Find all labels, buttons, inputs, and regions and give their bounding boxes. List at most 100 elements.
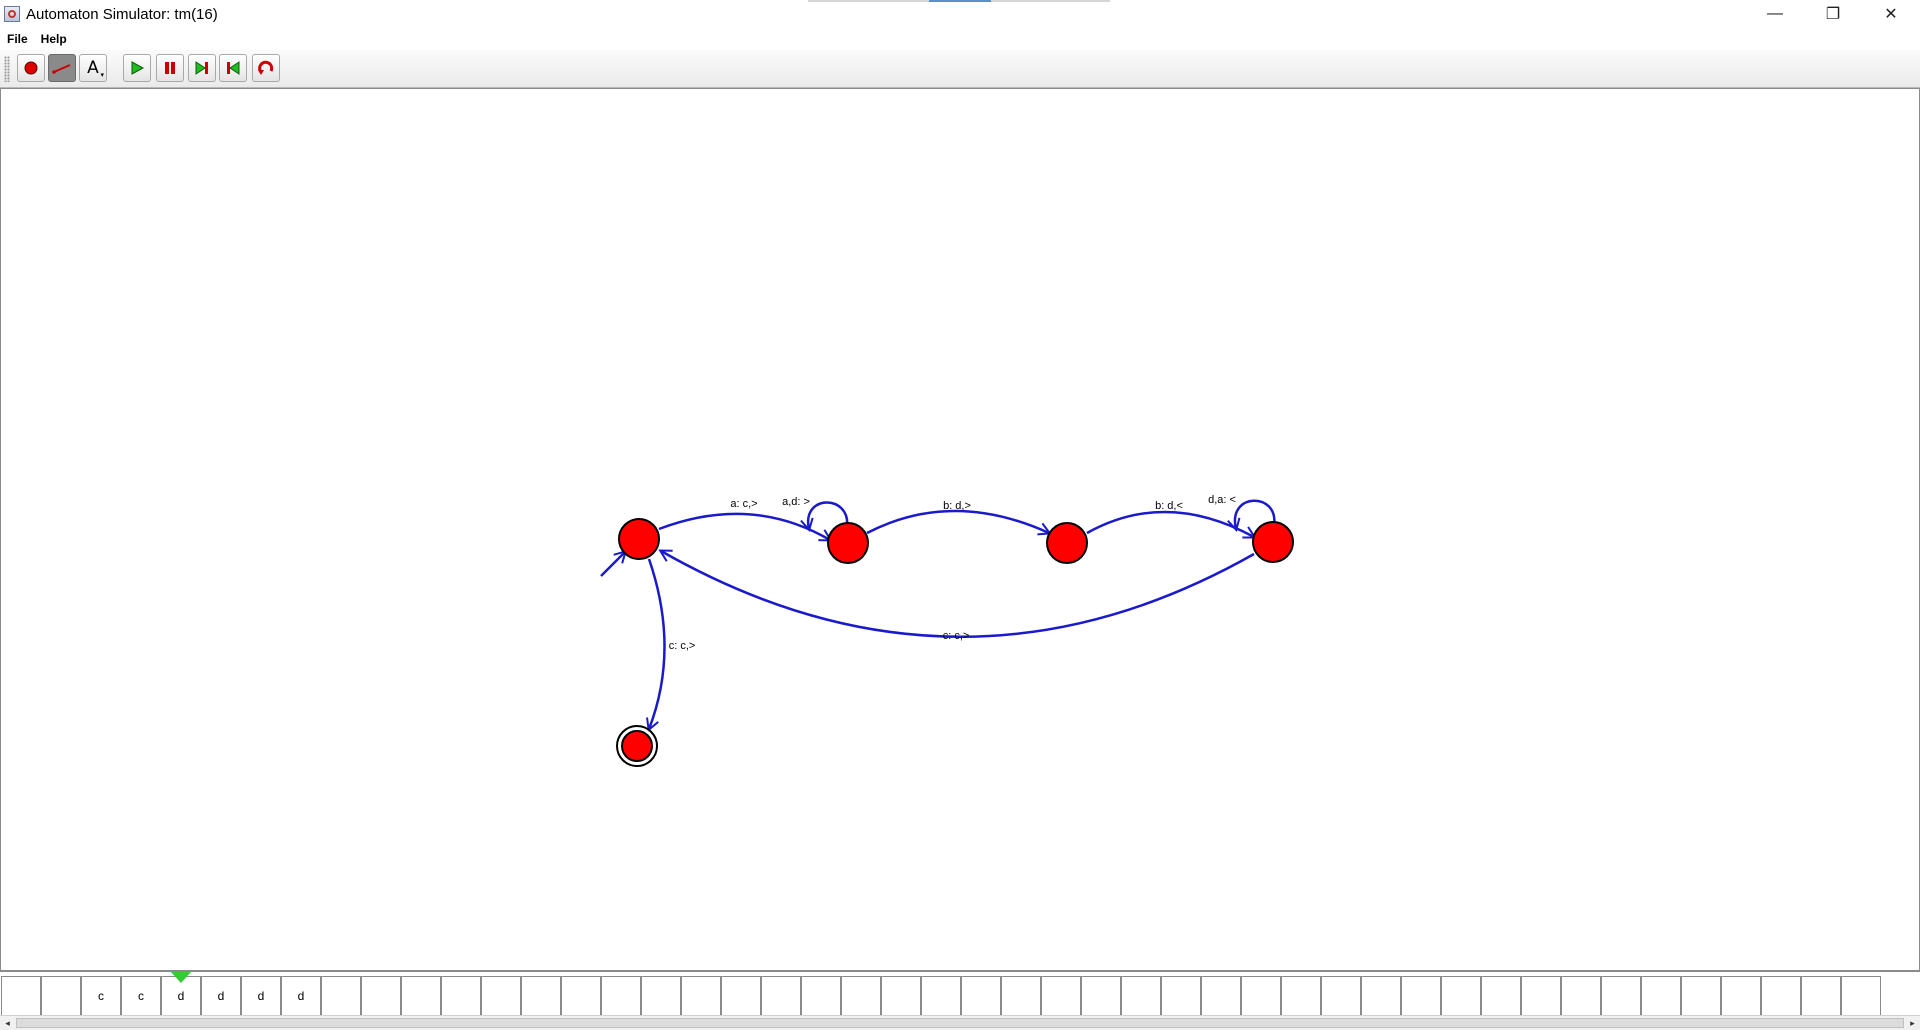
tape-cell[interactable] [321,976,361,1016]
state-q3[interactable] [1252,521,1294,563]
tape-cell[interactable] [1121,976,1161,1016]
window-controls: — ❐ ✕ [1746,0,1920,28]
tape-cell[interactable] [1201,976,1241,1016]
toolbar-grip[interactable] [4,56,10,82]
tape-cell[interactable] [1001,976,1041,1016]
tape-cell[interactable] [601,976,641,1016]
tape-cell[interactable]: c [81,976,121,1016]
label-tool-button[interactable]: A ▾ [79,54,107,82]
tape-cell[interactable] [1761,976,1801,1016]
automaton-canvas[interactable]: a: c,> a,d: > b: d,> b: d,< d,a: < c: c,… [0,88,1920,971]
label-q3-loop: d,a: < [1208,494,1236,506]
tape: ccdddd [0,971,1920,1016]
scroll-left-icon[interactable]: ◂ [0,1016,15,1030]
tape-cell[interactable] [481,976,521,1016]
tape-cell[interactable] [1841,976,1881,1016]
tape-cell[interactable]: d [241,976,281,1016]
play-icon [131,61,145,75]
tape-cell[interactable] [441,976,481,1016]
tape-head-marker [171,972,191,983]
tape-cell[interactable] [1481,976,1521,1016]
tape-cell[interactable] [1321,976,1361,1016]
tape-cell[interactable] [1361,976,1401,1016]
label-q1-q2: b: d,> [943,500,971,512]
tape-cell[interactable] [961,976,1001,1016]
tape-cell[interactable]: c [121,976,161,1016]
add-state-button[interactable] [17,54,45,82]
tape-cell[interactable] [1601,976,1641,1016]
step-back-button[interactable] [219,54,247,82]
tape-cell[interactable] [721,976,761,1016]
menu-help[interactable]: Help [34,32,73,46]
tape-cell[interactable] [41,976,81,1016]
pause-button[interactable] [156,54,184,82]
maximize-button[interactable]: ❐ [1804,0,1862,28]
menu-file[interactable]: File [0,32,34,46]
text-a-icon: A [87,58,99,78]
label-q1-loop: a,d: > [782,496,810,508]
label-q0-final: c: c,> [669,640,696,652]
tape-cell[interactable] [401,976,441,1016]
run-button[interactable] [123,54,151,82]
tape-cell[interactable]: d [201,976,241,1016]
transition-q2-q3[interactable] [1086,510,1254,537]
app-icon [4,6,20,22]
tape-scrollbar[interactable]: ◂ ▸ [0,1015,1920,1030]
red-dot-icon [24,61,38,75]
tape-cell[interactable] [1,976,41,1016]
tape-cell[interactable] [761,976,801,1016]
window-title: Automaton Simulator: tm(16) [26,5,218,23]
transition-q1-q2[interactable] [866,509,1049,533]
menu-bar: File Help [0,28,1920,50]
label-q0-q1: a: c,> [730,498,757,510]
arrow-line-icon [52,64,71,74]
step-back-icon [227,61,240,75]
tape-cell[interactable] [681,976,721,1016]
state-diagram[interactable]: a: c,> a,d: > b: d,> b: d,< d,a: < c: c,… [1,89,1920,972]
title-bar: Automaton Simulator: tm(16) — ❐ ✕ [0,0,1920,28]
pause-icon [165,62,175,74]
tape-cell[interactable] [801,976,841,1016]
title-decoration [808,0,1110,2]
tape-cell[interactable] [1161,976,1201,1016]
transition-q3-q0[interactable] [661,551,1255,638]
minimize-button[interactable]: — [1746,0,1804,28]
tape-cell[interactable] [881,976,921,1016]
state-q0[interactable] [618,518,660,560]
step-forward-button[interactable] [188,54,216,82]
tape-cell[interactable] [1401,976,1441,1016]
state-final[interactable] [616,725,658,767]
tape-cell[interactable] [1521,976,1561,1016]
toolbar: A ▾ [0,50,1920,88]
close-button[interactable]: ✕ [1862,0,1920,28]
tape-cell[interactable] [1041,976,1081,1016]
tape-cell[interactable] [1241,976,1281,1016]
state-q1[interactable] [827,522,869,564]
scroll-thumb[interactable] [16,1018,1904,1028]
reset-button[interactable] [252,54,280,82]
initial-state-arrow[interactable] [600,552,625,577]
transition-q0-final[interactable] [649,558,666,729]
tape-cell[interactable] [1641,976,1681,1016]
tape-cell[interactable] [1721,976,1761,1016]
tape-cell[interactable] [921,976,961,1016]
add-transition-button[interactable] [48,54,76,82]
state-q2[interactable] [1046,522,1088,564]
tape-cell[interactable] [521,976,561,1016]
scroll-right-icon[interactable]: ▸ [1905,1016,1920,1030]
tape-cell[interactable] [1281,976,1321,1016]
tape-cell[interactable] [641,976,681,1016]
tape-cell[interactable] [1801,976,1841,1016]
reset-icon [258,60,274,75]
tape-cell[interactable] [1561,976,1601,1016]
transition-q0-q1[interactable] [658,512,830,540]
tape-cell[interactable] [1681,976,1721,1016]
label-q2-q3: b: d,< [1155,500,1183,512]
tape-cell[interactable] [561,976,601,1016]
tape-cell[interactable] [1081,976,1121,1016]
tape-cell[interactable] [361,976,401,1016]
tape-cell[interactable] [1441,976,1481,1016]
tape-cell[interactable] [841,976,881,1016]
dropdown-mini-icon: ▾ [100,72,104,79]
tape-cell[interactable]: d [281,976,321,1016]
